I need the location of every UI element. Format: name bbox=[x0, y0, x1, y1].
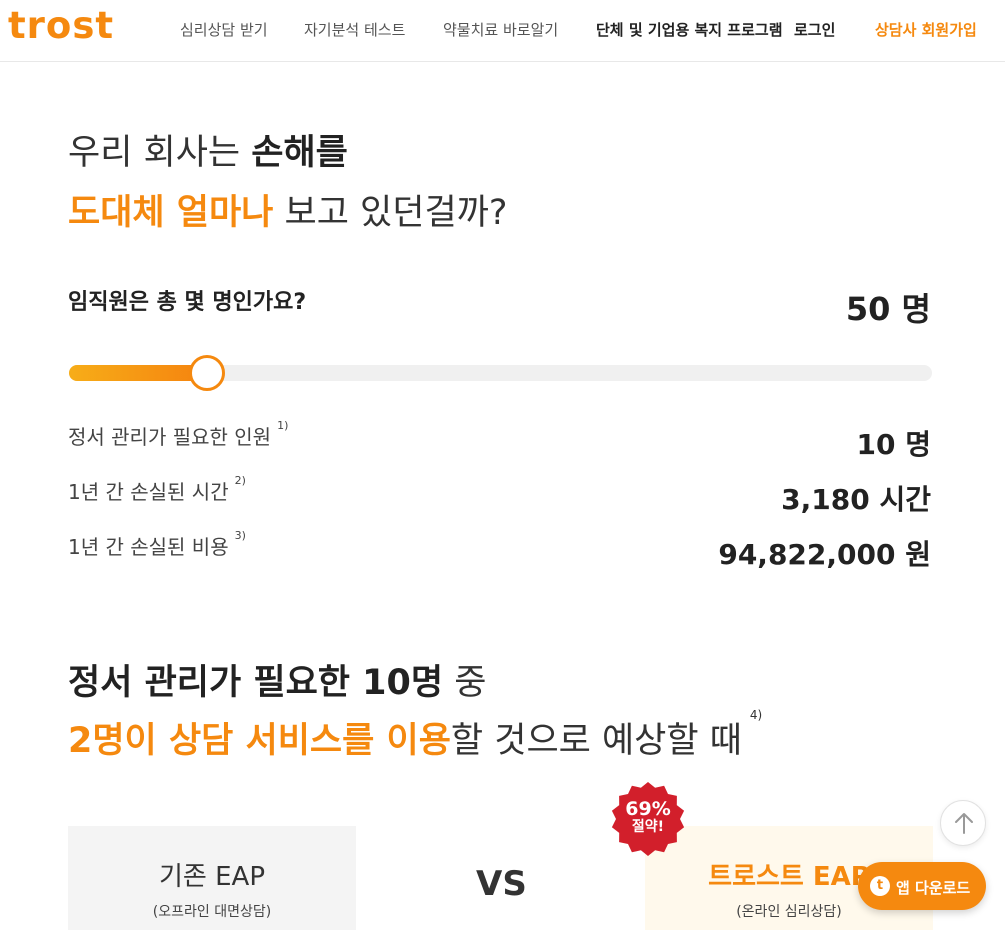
stat-label-text: 1년 간 손실된 비용 bbox=[68, 535, 229, 559]
headline-line-2: 도대체 얼마나 보고 있던걸까? bbox=[68, 184, 507, 235]
slider-fill bbox=[69, 365, 207, 381]
app-download-button[interactable]: t 앱 다운로드 bbox=[858, 862, 986, 910]
stat-label-people: 정서 관리가 필요한 인원 1) bbox=[68, 419, 289, 450]
savings-badge: 69% 절약! bbox=[610, 799, 686, 835]
footnote-marker: 1) bbox=[277, 419, 289, 432]
footnote-marker: 3) bbox=[234, 529, 246, 542]
nav-counseling[interactable]: 심리상담 받기 bbox=[180, 19, 268, 40]
stat-label-hours: 1년 간 손실된 시간 2) bbox=[68, 474, 246, 505]
headline-text: 보고 있던걸까? bbox=[273, 193, 508, 233]
headline-accent: 도대체 얼마나 bbox=[68, 193, 274, 233]
nav-login[interactable]: 로그인 bbox=[794, 19, 835, 40]
stat-value-hours: 3,180 시간 bbox=[781, 483, 931, 516]
nav-medication[interactable]: 약물치료 바로알기 bbox=[443, 19, 558, 40]
stat-value-people: 10 명 bbox=[856, 428, 931, 461]
slider-handle[interactable] bbox=[189, 355, 225, 391]
nav-counselor-signup[interactable]: 상담사 회원가입 bbox=[875, 19, 977, 40]
savings-percent: 69% bbox=[625, 798, 671, 820]
vs-label: VS bbox=[476, 864, 527, 904]
headline-line-1: 우리 회사는 손해를 bbox=[68, 124, 348, 175]
section2-text: 중 bbox=[443, 663, 487, 703]
trost-app-icon: t bbox=[870, 876, 890, 896]
section2-line-1: 정서 관리가 필요한 10명 중 bbox=[68, 654, 486, 705]
stat-label-text: 정서 관리가 필요한 인원 bbox=[68, 425, 272, 449]
employee-question: 임직원은 총 몇 명인가요? bbox=[68, 290, 307, 315]
nav-self-test[interactable]: 자기분석 테스트 bbox=[304, 19, 405, 40]
existing-eap-title: 기존 EAP bbox=[159, 862, 265, 892]
section2-text: 할 것으로 예상할 때 bbox=[450, 721, 742, 761]
stat-value-cost: 94,822,000 원 bbox=[718, 538, 931, 571]
app-download-label: 앱 다운로드 bbox=[896, 879, 971, 897]
stat-label-text: 1년 간 손실된 시간 bbox=[68, 480, 229, 504]
nav-corporate-program[interactable]: 단체 및 기업용 복지 프로그램 bbox=[596, 19, 783, 40]
headline-text: 우리 회사는 bbox=[68, 133, 252, 173]
existing-eap-card: 기존 EAP (오프라인 대면상담) bbox=[68, 826, 356, 930]
section2-accent: 2명이 상담 서비스를 이용 bbox=[68, 721, 451, 761]
scroll-to-top-button[interactable] bbox=[940, 800, 986, 846]
footnote-marker: 2) bbox=[234, 474, 246, 487]
employee-slider[interactable] bbox=[69, 355, 932, 391]
savings-word: 절약! bbox=[631, 818, 665, 835]
trost-logo[interactable]: trost bbox=[8, 4, 114, 47]
section2-emphasis: 정서 관리가 필요한 10명 bbox=[68, 663, 444, 703]
stat-label-cost: 1년 간 손실된 비용 3) bbox=[68, 529, 246, 560]
site-header: trost 심리상담 받기 자기분석 테스트 약물치료 바로알기 단체 및 기업… bbox=[0, 0, 1005, 62]
headline-emphasis: 손해를 bbox=[251, 133, 348, 173]
existing-eap-subtitle: (오프라인 대면상담) bbox=[152, 904, 272, 920]
employee-count: 50 명 bbox=[845, 290, 931, 328]
section2-line-2: 2명이 상담 서비스를 이용할 것으로 예상할 때 4) bbox=[68, 708, 762, 763]
arrow-up-icon bbox=[955, 813, 973, 834]
footnote-marker: 4) bbox=[749, 708, 763, 722]
